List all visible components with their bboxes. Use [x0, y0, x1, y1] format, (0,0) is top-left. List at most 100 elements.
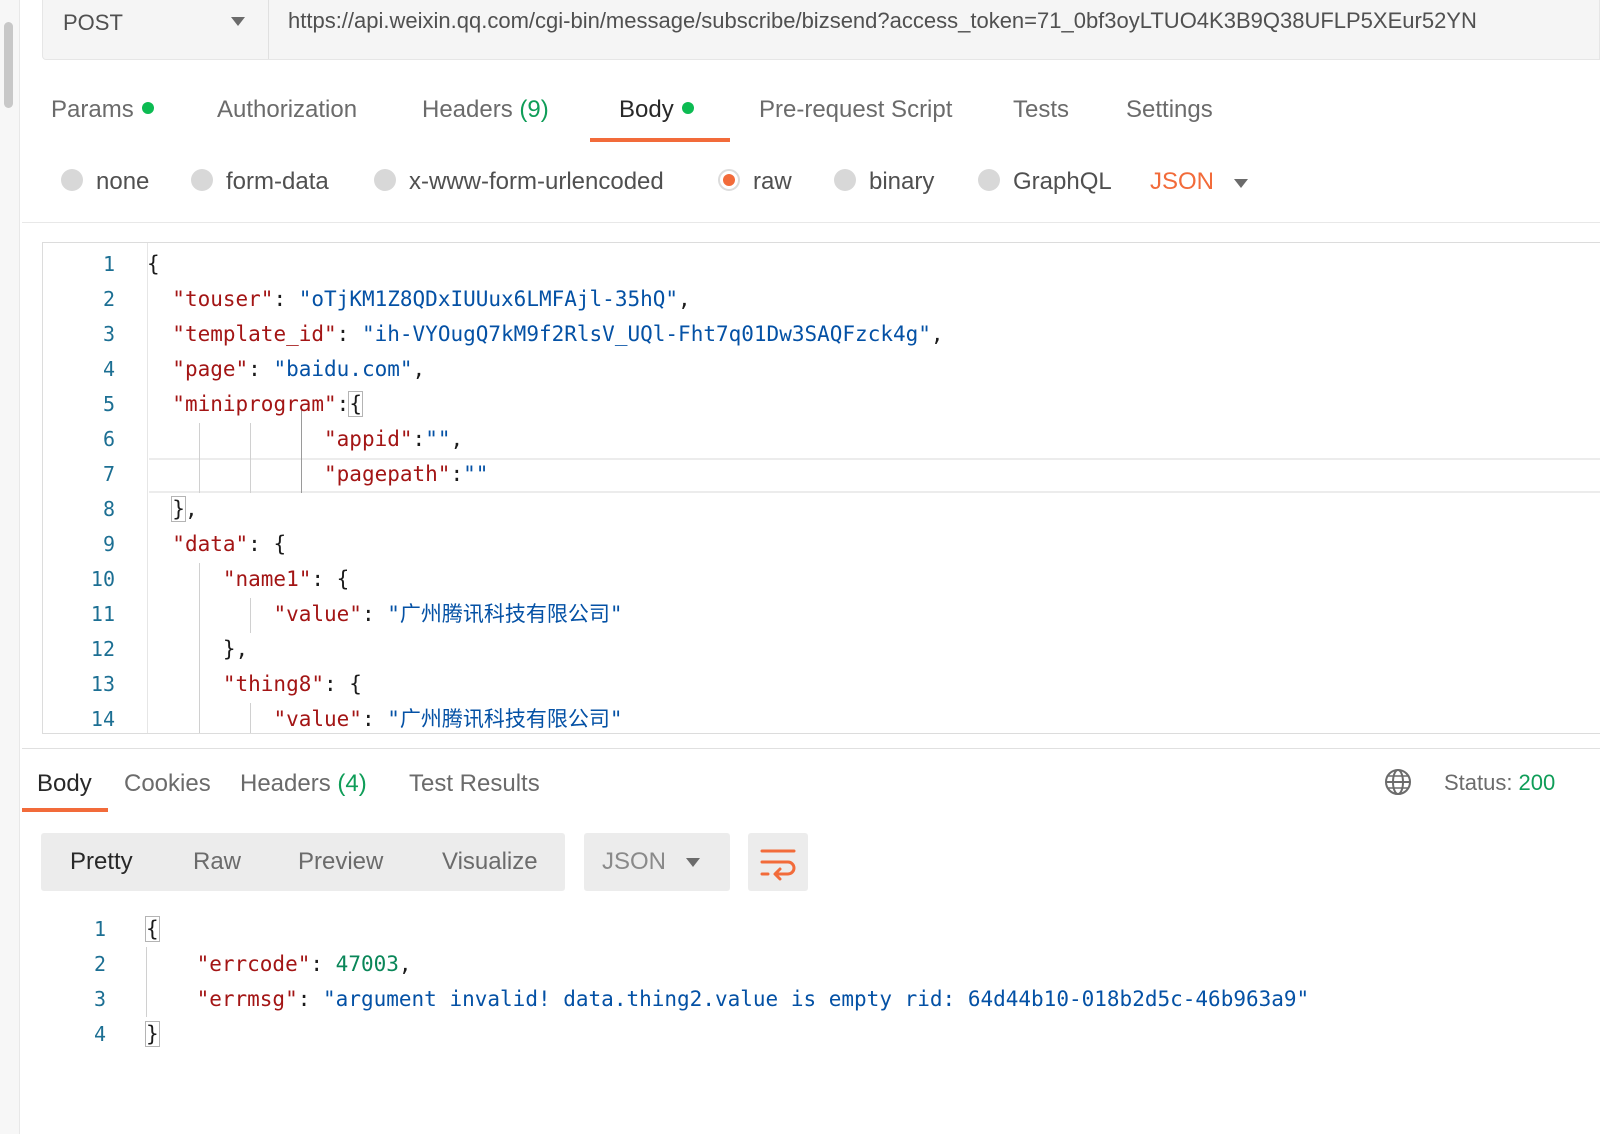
request-body-editor[interactable]: 1{ 2 "touser": "oTjKM1Z8QDxIUUux6LMFAjl-… — [42, 242, 1600, 734]
tab-pre-request-script[interactable]: Pre-request Script — [759, 96, 952, 124]
method-label: POST — [63, 10, 123, 35]
code-line: 13 "thing8": { — [43, 667, 1600, 702]
radio-icon — [61, 169, 83, 191]
chevron-down-icon[interactable] — [1234, 179, 1248, 188]
wrap-lines-button[interactable] — [748, 833, 808, 891]
radio-selected-icon — [718, 169, 740, 191]
tab-response-body[interactable]: Body — [37, 770, 92, 798]
radio-x-www-form-urlencoded[interactable]: x-www-form-urlencoded — [374, 168, 664, 196]
status-code: 200 — [1518, 770, 1556, 795]
line-number: 2 — [93, 952, 106, 976]
tab-params[interactable]: Params — [51, 96, 154, 124]
view-pretty[interactable]: Pretty — [70, 848, 133, 876]
line-number: 2 — [102, 287, 115, 311]
headers-count: (4) — [337, 770, 367, 797]
response-body-viewer[interactable]: 1{ 2 "errcode": 47003, 3 "errmsg": "argu… — [42, 912, 1600, 1072]
tab-label: Cookies — [124, 770, 211, 797]
json-key: "pagepath" — [324, 462, 451, 486]
radio-graphql[interactable]: GraphQL — [978, 168, 1112, 196]
code-line: 14 "value": "广州腾讯科技有限公司" — [43, 702, 1600, 733]
radio-icon — [374, 169, 396, 191]
radio-raw[interactable]: raw — [718, 168, 792, 196]
radio-icon — [191, 169, 213, 191]
globe-icon[interactable] — [1384, 768, 1412, 796]
line-number: 3 — [102, 322, 115, 346]
wrap-lines-icon — [760, 849, 796, 881]
code-line: 2 "errcode": 47003, — [42, 947, 1600, 982]
view-preview[interactable]: Preview — [298, 848, 383, 876]
divider — [22, 222, 1600, 223]
code-line: 6 "appid":"", — [43, 422, 1600, 457]
tab-label: Pre-request Script — [759, 96, 953, 123]
line-number: 4 — [102, 357, 115, 381]
tab-tests[interactable]: Tests — [1013, 96, 1069, 124]
scrollbar-thumb[interactable] — [4, 22, 13, 108]
radio-label: form-data — [226, 168, 329, 195]
radio-binary[interactable]: binary — [834, 168, 934, 196]
radio-none[interactable]: none — [61, 168, 149, 196]
chevron-down-icon — [231, 17, 245, 26]
json-string: "argument invalid! data.thing2.value is … — [323, 987, 1310, 1011]
chevron-down-icon — [686, 858, 700, 867]
divider — [22, 748, 1600, 749]
code-line: 3 "template_id": "ih-VYOugQ7kM9f2RlsV_UQ… — [43, 317, 1600, 352]
code-line: 5 "miniprogram":{ — [43, 387, 1600, 422]
tab-headers[interactable]: Headers (9) — [422, 96, 549, 124]
tab-settings[interactable]: Settings — [1126, 96, 1213, 124]
active-dot-icon — [681, 102, 694, 114]
code-line: 9 "data": { — [43, 527, 1600, 562]
radio-label: none — [96, 168, 150, 195]
json-key: "appid" — [324, 427, 413, 451]
format-label: JSON — [602, 848, 667, 875]
radio-label: GraphQL — [1013, 168, 1112, 195]
headers-count: (9) — [519, 96, 549, 123]
view-raw[interactable]: Raw — [193, 848, 241, 876]
tab-authorization[interactable]: Authorization — [217, 96, 357, 124]
tab-cookies[interactable]: Cookies — [124, 770, 211, 798]
json-key: "errmsg" — [196, 987, 298, 1011]
raw-format-select[interactable]: JSON — [1150, 168, 1214, 196]
status-label: Status: — [1444, 770, 1513, 795]
line-number: 5 — [102, 392, 115, 416]
line-number: 4 — [93, 1022, 106, 1046]
response-format-select[interactable]: JSON — [584, 833, 730, 891]
view-visualize[interactable]: Visualize — [442, 848, 538, 876]
code-line: 2 "touser": "oTjKM1Z8QDxIUUux6LMFAjl-35h… — [43, 282, 1600, 317]
method-select[interactable]: POST — [43, 0, 269, 59]
left-scrollbar[interactable] — [0, 0, 20, 1134]
code-line: 11 "value": "广州腾讯科技有限公司" — [43, 597, 1600, 632]
json-string: "" — [463, 462, 489, 486]
radio-label: x-www-form-urlencoded — [409, 168, 664, 195]
json-key: "data" — [172, 532, 249, 556]
active-tab-indicator — [590, 138, 730, 142]
line-number: 9 — [102, 532, 115, 556]
json-key: "name1" — [222, 567, 312, 591]
line-number: 8 — [102, 497, 115, 521]
radio-label: binary — [869, 168, 935, 195]
json-key: "template_id" — [172, 322, 337, 346]
code-line: 8 }, — [43, 492, 1600, 527]
line-number: 6 — [102, 427, 115, 451]
json-key: "value" — [273, 707, 362, 731]
json-key: "value" — [273, 602, 362, 626]
tab-body[interactable]: Body — [619, 96, 694, 124]
radio-form-data[interactable]: form-data — [191, 168, 329, 196]
body-type-selector: none form-data x-www-form-urlencoded raw… — [22, 160, 1600, 210]
line-number: 1 — [93, 917, 106, 941]
json-string: "广州腾讯科技有限公司" — [387, 602, 623, 626]
tab-label: Body — [37, 770, 92, 797]
tab-response-headers[interactable]: Headers (4) — [240, 770, 367, 798]
line-number: 14 — [90, 707, 115, 731]
json-key: "errcode" — [196, 952, 311, 976]
json-string: "ih-VYOugQ7kM9f2RlsV_UQl-Fht7q01Dw3SAQFz… — [361, 322, 931, 346]
code-line: 1{ — [43, 247, 1600, 282]
json-key: "miniprogram" — [172, 392, 337, 416]
response-status: Status: 200 — [1444, 770, 1555, 796]
code-line: 7 "pagepath":"" — [43, 457, 1600, 492]
code-line: 3 "errmsg": "argument invalid! data.thin… — [42, 982, 1600, 1017]
tab-label: Params — [51, 96, 134, 123]
url-input[interactable]: https://api.weixin.qq.com/cgi-bin/messag… — [288, 8, 1598, 34]
tab-test-results[interactable]: Test Results — [409, 770, 540, 798]
tab-label: Tests — [1013, 96, 1070, 123]
radio-icon — [978, 169, 1000, 191]
